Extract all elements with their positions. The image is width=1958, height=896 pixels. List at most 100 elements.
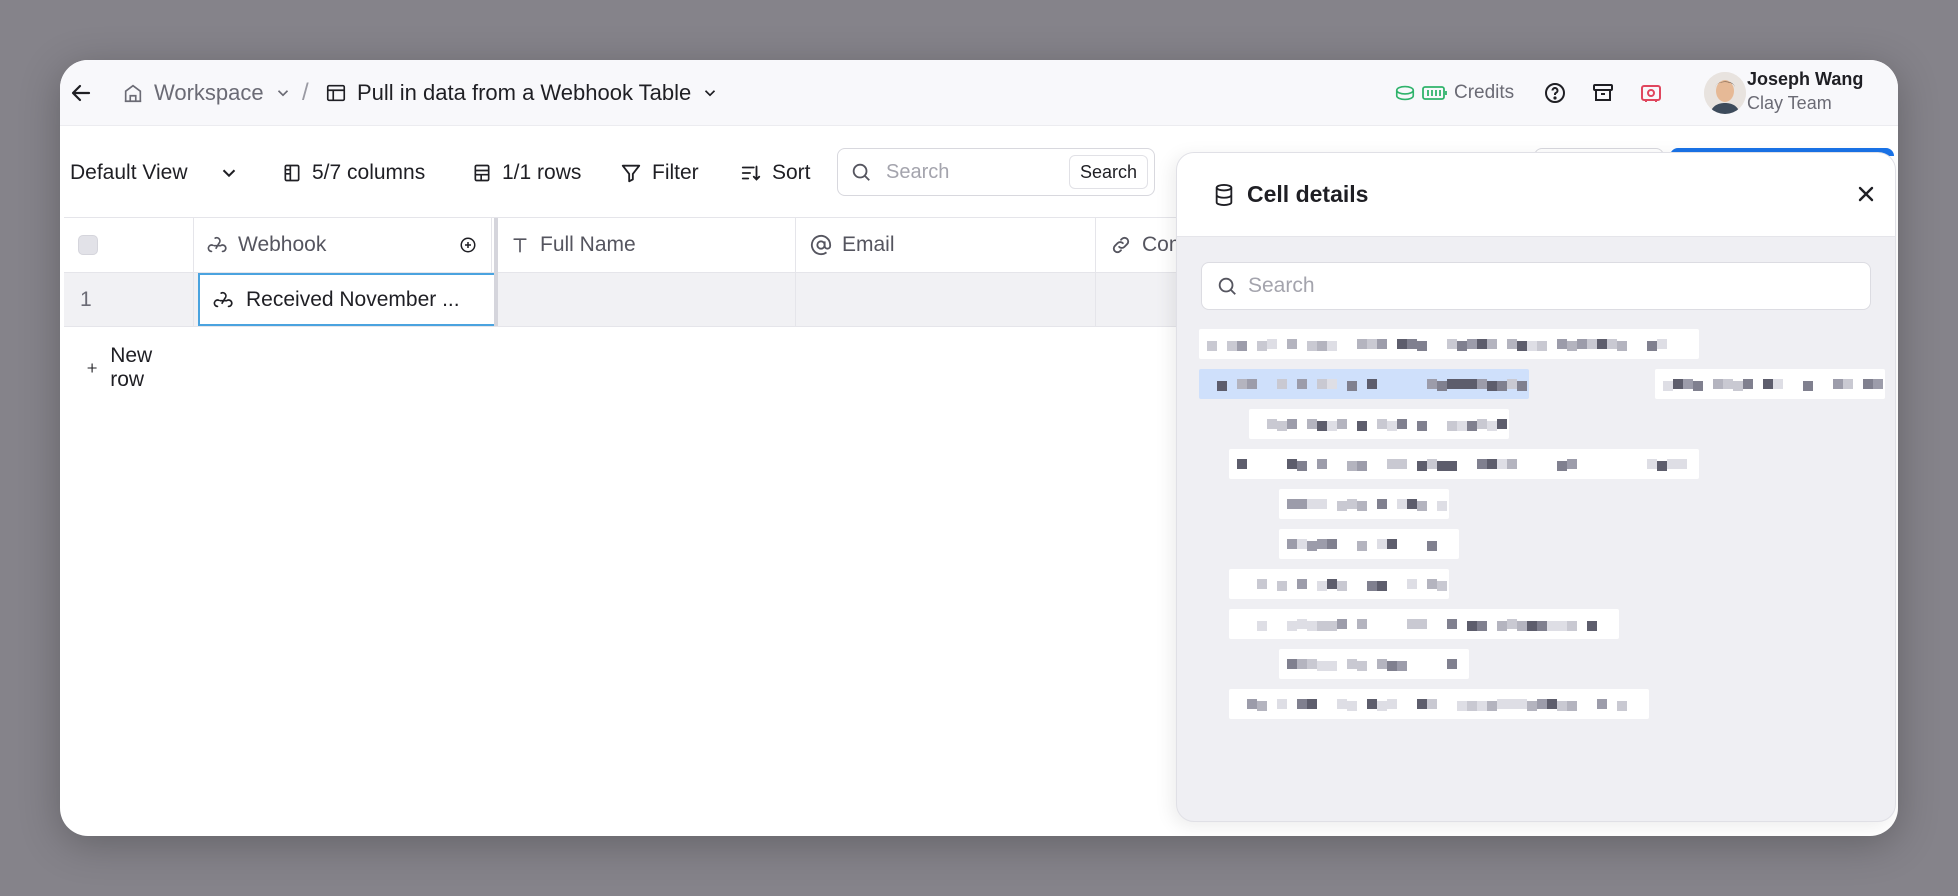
redaction-pixel: [1437, 581, 1447, 591]
redaction-pixel: [1357, 541, 1367, 551]
rows-icon: [474, 164, 490, 182]
redaction-pixel: [1863, 379, 1873, 389]
redaction-pixel: [1527, 621, 1537, 631]
redaction-pixel: [1317, 539, 1327, 549]
redaction-pixel: [1457, 421, 1467, 431]
redaction-pixel: [1407, 619, 1417, 629]
redaction-pixel: [1297, 379, 1307, 389]
cell-details-panel: Cell details: [1176, 152, 1896, 822]
new-row-label: New row: [110, 344, 153, 391]
redaction-pixel: [1367, 339, 1377, 349]
search-input[interactable]: [886, 160, 1046, 184]
cell-webhook-selected[interactable]: Received November ...: [198, 273, 496, 326]
redacted-line: [1229, 569, 1449, 599]
help-button[interactable]: [1540, 78, 1570, 108]
redaction-pixel: [1417, 619, 1427, 629]
redaction-pixel: [1557, 621, 1567, 631]
redaction-pixel: [1447, 619, 1457, 629]
sort-button[interactable]: Sort: [740, 148, 811, 198]
breadcrumb-table[interactable]: Pull in data from a Webhook Table: [325, 60, 719, 126]
redaction-pixel: [1647, 341, 1657, 351]
redaction-pixel: [1427, 579, 1437, 589]
redaction-pixel: [1773, 379, 1783, 389]
redaction-pixel: [1477, 621, 1487, 631]
redaction-pixel: [1367, 379, 1377, 389]
redaction-pixel: [1327, 379, 1337, 389]
breadcrumb-workspace[interactable]: Workspace: [122, 60, 292, 126]
columns-button[interactable]: 5/7 columns: [282, 148, 425, 198]
archive-icon: [1593, 84, 1613, 101]
breadcrumb-workspace-label: Workspace: [154, 80, 264, 105]
redaction-pixel: [1407, 339, 1417, 349]
redaction-pixel: [1683, 379, 1693, 389]
redaction-pixel: [1407, 499, 1417, 509]
column-header-email[interactable]: Email: [796, 218, 1096, 272]
archive-button[interactable]: [1588, 78, 1618, 108]
back-button[interactable]: [66, 78, 96, 108]
new-row-button[interactable]: New row: [86, 344, 160, 392]
breadcrumb-separator: /: [302, 79, 309, 106]
redaction-pixel: [1287, 499, 1297, 509]
redaction-pixel: [1487, 459, 1497, 469]
database-icon: [1215, 184, 1233, 207]
redaction-pixel: [1477, 419, 1487, 429]
redaction-pixel: [1287, 419, 1297, 429]
redaction-pixel: [1267, 419, 1277, 429]
credits-button[interactable]: Credits: [1394, 60, 1514, 126]
column-header-full-name[interactable]: Full Name: [496, 218, 796, 272]
rows-label: 1/1 rows: [502, 161, 582, 184]
redaction-pixel: [1447, 461, 1457, 471]
redaction-pixel: [1377, 339, 1387, 349]
select-all-checkbox[interactable]: [78, 235, 98, 255]
close-button[interactable]: [1851, 179, 1881, 209]
gift-button[interactable]: [1636, 78, 1666, 108]
redaction-pixel: [1843, 379, 1853, 389]
plus-circle-icon[interactable]: [459, 236, 477, 254]
redaction-pixel: [1357, 461, 1367, 471]
redaction-pixel: [1497, 459, 1507, 469]
redaction-pixel: [1387, 661, 1397, 671]
redaction-pixel: [1567, 701, 1577, 711]
redaction-pixel: [1307, 659, 1317, 669]
redaction-pixel: [1487, 421, 1497, 431]
redaction-pixel: [1507, 339, 1517, 349]
redaction-pixel: [1317, 459, 1327, 469]
redaction-pixel: [1467, 379, 1477, 389]
redaction-pixel: [1317, 499, 1327, 509]
redaction-pixel: [1497, 381, 1507, 391]
cell-email[interactable]: [796, 273, 1096, 326]
search-button[interactable]: Search: [1068, 155, 1148, 189]
view-selector[interactable]: Default View: [70, 148, 240, 198]
redaction-pixel: [1367, 699, 1377, 709]
search-icon: [852, 163, 870, 181]
filter-button[interactable]: Filter: [620, 148, 699, 198]
user-team: Clay Team: [1747, 93, 1832, 113]
redaction-pixel: [1527, 701, 1537, 711]
redaction-pixel: [1327, 579, 1337, 589]
redaction-pixel: [1657, 339, 1667, 349]
redaction-pixel: [1237, 341, 1247, 351]
redaction-pixel: [1327, 539, 1337, 549]
redaction-pixel: [1307, 499, 1317, 509]
redaction-pixel: [1357, 501, 1367, 511]
battery-icon: [1422, 86, 1447, 100]
redaction-pixel: [1277, 379, 1287, 389]
cell-full-name[interactable]: [496, 273, 796, 326]
frozen-column-divider[interactable]: [494, 218, 498, 326]
redaction-pixel: [1527, 341, 1537, 351]
panel-search-input[interactable]: [1248, 274, 1848, 298]
redaction-pixel: [1417, 421, 1427, 431]
redaction-pixel: [1427, 541, 1437, 551]
rows-button[interactable]: 1/1 rows: [472, 148, 581, 198]
avatar[interactable]: [1704, 72, 1746, 114]
redacted-line: [1279, 489, 1449, 519]
redaction-pixel: [1387, 539, 1397, 549]
table-search: Search: [837, 148, 1155, 196]
redaction-pixel: [1347, 499, 1357, 509]
redaction-pixel: [1237, 379, 1247, 389]
redaction-pixel: [1647, 459, 1657, 469]
redaction-pixel: [1307, 699, 1317, 709]
redaction-pixel: [1387, 421, 1397, 431]
redaction-pixel: [1833, 379, 1843, 389]
column-header-webhook[interactable]: Webhook: [194, 218, 492, 272]
